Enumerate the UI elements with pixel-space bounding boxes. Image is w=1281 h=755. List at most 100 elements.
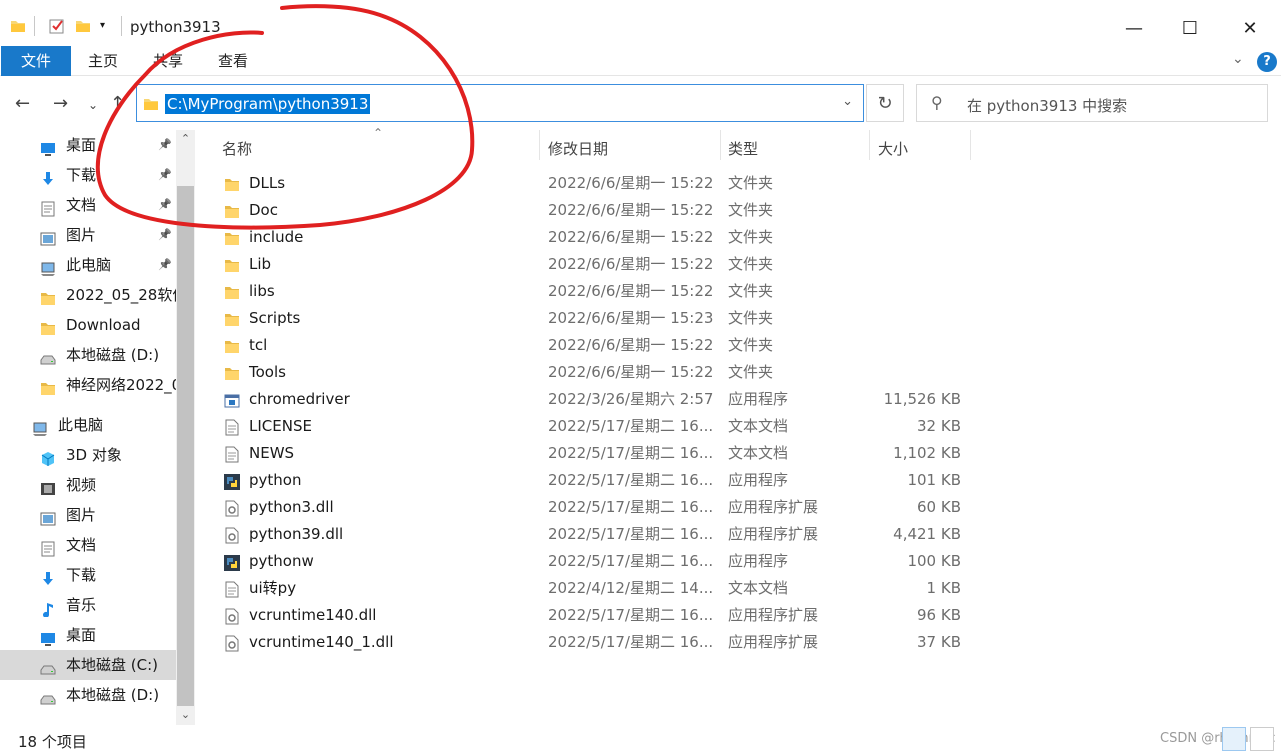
- sidebar-item[interactable]: 3D 对象: [0, 440, 176, 470]
- file-name: Scripts: [249, 309, 301, 327]
- file-row[interactable]: tcl 2022/6/6/星期一 15:22 文件夹: [216, 332, 976, 359]
- sidebar-item[interactable]: 音乐: [0, 590, 176, 620]
- folder-icon: [224, 202, 240, 219]
- recent-locations-icon[interactable]: ⌄: [88, 98, 98, 112]
- window-title: python3913: [130, 18, 221, 36]
- address-path[interactable]: C:\MyProgram\python3913: [165, 94, 371, 114]
- sidebar-item[interactable]: 本地磁盘 (C:): [0, 650, 176, 680]
- sidebar-item[interactable]: 本地磁盘 (D:): [0, 680, 176, 710]
- tab-view[interactable]: 查看: [208, 46, 258, 76]
- sidebar-item[interactable]: 桌面: [0, 620, 176, 650]
- folder-icon: [40, 287, 56, 305]
- file-name: python: [249, 471, 302, 489]
- desktop-icon: [40, 137, 56, 156]
- large-icons-view-button[interactable]: [1250, 727, 1274, 751]
- column-header-date[interactable]: 修改日期: [548, 138, 608, 159]
- scrollbar-thumb[interactable]: [177, 186, 194, 706]
- sidebar-item[interactable]: 图片: [0, 500, 176, 530]
- forward-arrow-icon[interactable]: →: [53, 93, 68, 114]
- column-divider[interactable]: [970, 130, 971, 160]
- sidebar-item[interactable]: 本地磁盘 (D:): [0, 340, 176, 370]
- pin-icon[interactable]: 📌: [158, 130, 172, 160]
- file-type: 文件夹: [728, 228, 774, 246]
- refresh-icon: ↻: [877, 92, 893, 114]
- details-view-button[interactable]: [1222, 727, 1246, 751]
- tab-file[interactable]: 文件: [1, 46, 71, 76]
- file-type: 应用程序扩展: [728, 633, 819, 651]
- file-type: 文件夹: [728, 363, 774, 381]
- file-row[interactable]: chromedriver 2022/3/26/星期六 2:57 应用程序 11,526…: [216, 386, 976, 413]
- file-row[interactable]: python3.dll 2022/5/17/星期二 16... 应用程序扩展 60 K…: [216, 494, 976, 521]
- up-arrow-icon[interactable]: ↑: [110, 93, 125, 114]
- file-date: 2022/5/17/星期二 16...: [548, 525, 714, 543]
- pin-icon[interactable]: 📌: [158, 220, 172, 250]
- search-input[interactable]: ⚲ 在 python3913 中搜索: [916, 84, 1268, 122]
- file-row[interactable]: Tools 2022/6/6/星期一 15:22 文件夹: [216, 359, 976, 386]
- column-divider[interactable]: [869, 130, 870, 160]
- folder-icon: [224, 256, 240, 273]
- new-folder-icon[interactable]: [75, 18, 91, 34]
- sidebar-item-label: Download: [66, 316, 141, 334]
- back-arrow-icon[interactable]: ←: [15, 93, 30, 114]
- folder-icon: [224, 337, 240, 354]
- file-row[interactable]: vcruntime140_1.dll 2022/5/17/星期二 16... 应用程…: [216, 629, 976, 656]
- sidebar-item[interactable]: 此电脑 📌: [0, 250, 176, 280]
- sidebar-item[interactable]: 图片 📌: [0, 220, 176, 250]
- cube-icon: [40, 447, 56, 466]
- refresh-button[interactable]: ↻: [866, 84, 904, 122]
- column-divider[interactable]: [539, 130, 540, 160]
- column-header-name[interactable]: 名称: [222, 138, 252, 159]
- sidebar-item[interactable]: 神经网络2022_0: [0, 370, 176, 400]
- file-row[interactable]: ui转py 2022/4/12/星期二 14... 文本文档 1 KB: [216, 575, 976, 602]
- file-row[interactable]: NEWS 2022/5/17/星期二 16... 文本文档 1,102 KB: [216, 440, 976, 467]
- file-row[interactable]: python 2022/5/17/星期二 16... 应用程序 101 KB: [216, 467, 976, 494]
- scroll-down-icon[interactable]: ⌄: [176, 708, 195, 721]
- file-row[interactable]: LICENSE 2022/5/17/星期二 16... 文本文档 32 KB: [216, 413, 976, 440]
- file-row[interactable]: Lib 2022/6/6/星期一 15:22 文件夹: [216, 251, 976, 278]
- help-icon[interactable]: ?: [1257, 52, 1277, 72]
- sidebar-item[interactable]: 文档 📌: [0, 190, 176, 220]
- chevron-down-icon[interactable]: ⌄: [842, 94, 853, 109]
- file-row[interactable]: Doc 2022/6/6/星期一 15:22 文件夹: [216, 197, 976, 224]
- sidebar-item[interactable]: 文档: [0, 530, 176, 560]
- download-icon: [40, 167, 56, 185]
- sidebar-item[interactable]: 视频: [0, 470, 176, 500]
- file-row[interactable]: python39.dll 2022/5/17/星期二 16... 应用程序扩展 4,4…: [216, 521, 976, 548]
- sidebar-item[interactable]: 此电脑: [0, 410, 176, 440]
- sidebar-item[interactable]: Download: [0, 310, 176, 340]
- column-header-size[interactable]: 大小: [878, 138, 908, 159]
- expand-ribbon-icon[interactable]: ⌄: [1232, 51, 1244, 67]
- sidebar-item[interactable]: 下载 📌: [0, 160, 176, 190]
- properties-icon[interactable]: [49, 18, 65, 34]
- close-button[interactable]: ✕: [1227, 8, 1273, 48]
- file-row[interactable]: DLLs 2022/6/6/星期一 15:22 文件夹: [216, 170, 976, 197]
- file-date: 2022/6/6/星期一 15:22: [548, 336, 714, 354]
- pin-icon[interactable]: 📌: [158, 190, 172, 220]
- pin-icon[interactable]: 📌: [158, 250, 172, 280]
- sidebar-item[interactable]: 下载: [0, 560, 176, 590]
- minimize-button[interactable]: —: [1111, 8, 1157, 48]
- python-icon: [224, 472, 240, 490]
- address-bar[interactable]: C:\MyProgram\python3913 ⌄: [136, 84, 864, 122]
- sidebar-item[interactable]: 桌面 📌: [0, 130, 176, 160]
- file-row[interactable]: Scripts 2022/6/6/星期一 15:23 文件夹: [216, 305, 976, 332]
- customize-quick-access-icon[interactable]: ▾: [100, 20, 116, 36]
- file-row[interactable]: pythonw 2022/5/17/星期二 16... 应用程序 100 KB: [216, 548, 976, 575]
- dll-icon: [224, 607, 240, 625]
- tab-home[interactable]: 主页: [78, 46, 128, 76]
- pin-icon[interactable]: 📌: [158, 160, 172, 190]
- tab-share[interactable]: 共享: [143, 46, 193, 76]
- column-header-type[interactable]: 类型: [728, 138, 758, 159]
- column-divider[interactable]: [720, 130, 721, 160]
- file-row[interactable]: vcruntime140.dll 2022/5/17/星期二 16... 应用程序扩…: [216, 602, 976, 629]
- maximize-button[interactable]: ☐: [1167, 8, 1213, 48]
- sidebar-item[interactable]: 2022_05_28软件: [0, 280, 176, 310]
- folder-icon[interactable]: [10, 18, 26, 34]
- file-name: tcl: [249, 336, 268, 354]
- file-row[interactable]: include 2022/6/6/星期一 15:22 文件夹: [216, 224, 976, 251]
- file-date: 2022/6/6/星期一 15:22: [548, 228, 714, 246]
- file-row[interactable]: libs 2022/6/6/星期一 15:22 文件夹: [216, 278, 976, 305]
- file-date: 2022/5/17/星期二 16...: [548, 606, 714, 624]
- divider: [34, 16, 35, 36]
- scroll-up-icon[interactable]: ⌃: [176, 132, 195, 145]
